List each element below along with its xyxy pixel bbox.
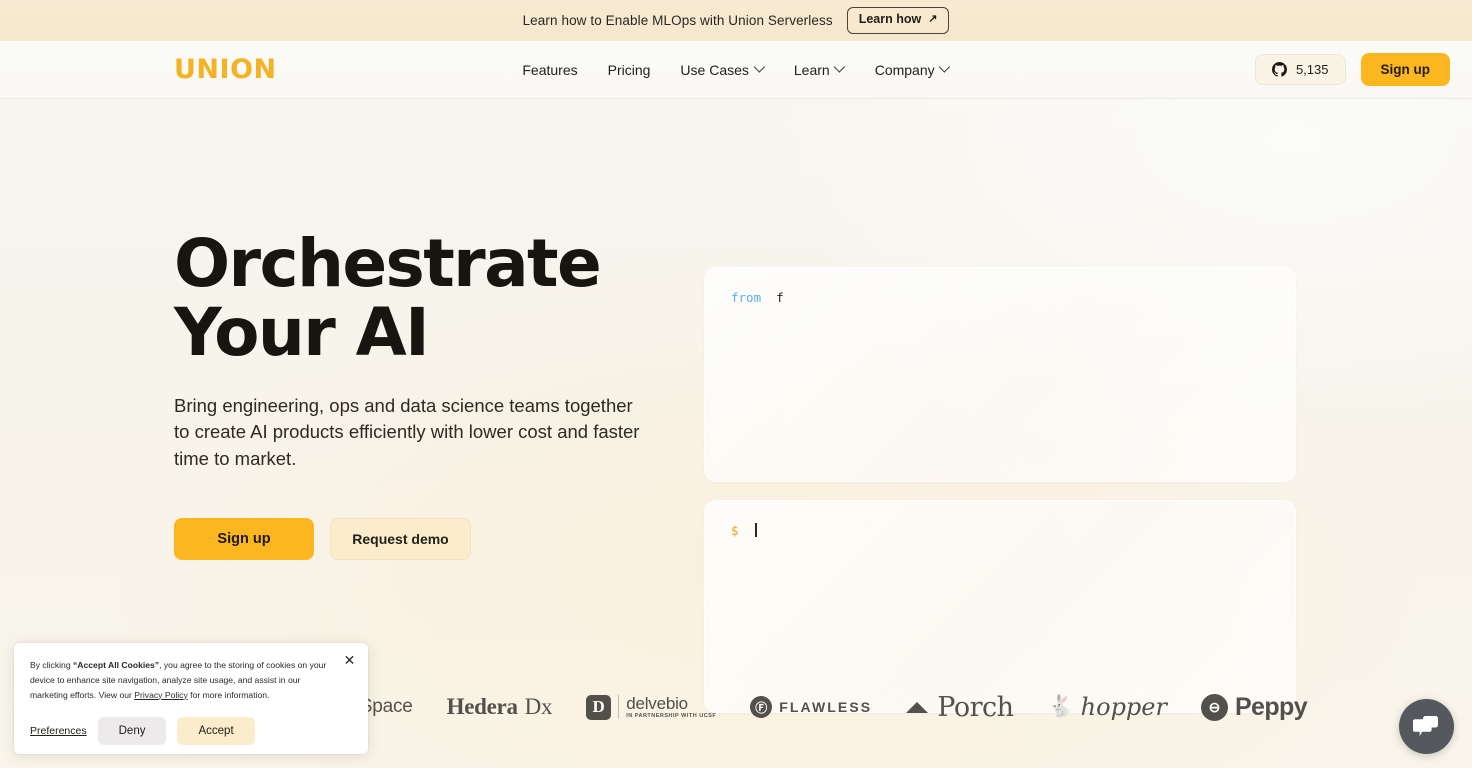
chevron-down-icon bbox=[941, 63, 950, 72]
cookie-consent-banner: ✕ By clicking “Accept All Cookies”, you … bbox=[14, 643, 368, 754]
main-navigation: Features Pricing Use Cases Learn Company bbox=[522, 62, 949, 78]
terminal-prompt: $ bbox=[731, 523, 739, 538]
client-logo-flawless: Ⓕ FLAWLESS bbox=[750, 696, 872, 718]
nav-item-learn[interactable]: Learn bbox=[794, 62, 845, 78]
cookie-accept-button[interactable]: Accept bbox=[177, 717, 254, 745]
hero-subhead: Bring engineering, ops and data science … bbox=[174, 393, 644, 473]
cookie-text-part3: for more information. bbox=[188, 690, 270, 700]
flawless-mark-icon: Ⓕ bbox=[750, 696, 772, 718]
union-logo[interactable]: UNION bbox=[174, 56, 277, 83]
arrow-up-right-icon: ↗ bbox=[928, 12, 937, 27]
delvebio-mark-icon: D bbox=[586, 695, 611, 720]
hero-request-demo-button[interactable]: Request demo bbox=[330, 518, 471, 560]
cookie-consent-text: By clicking “Accept All Cookies”, you ag… bbox=[30, 658, 352, 702]
site-header: UNION Features Pricing Use Cases Learn C… bbox=[0, 41, 1472, 99]
hero-demo-panels: from f $ bbox=[704, 267, 1296, 713]
code-identifier: f bbox=[776, 290, 784, 305]
header-signup-button[interactable]: Sign up bbox=[1361, 53, 1451, 86]
client-logo-label: FLAWLESS bbox=[779, 699, 872, 715]
hero-section: Orchestrate Your AI Bring engineering, o… bbox=[0, 99, 1472, 560]
cookie-actions: Preferences Deny Accept bbox=[30, 717, 352, 745]
porch-chevron-icon bbox=[906, 702, 928, 713]
chevron-down-icon bbox=[836, 63, 845, 72]
hero-cta-row: Sign up Request demo bbox=[174, 518, 694, 560]
nav-label: Pricing bbox=[608, 62, 651, 78]
nav-item-features[interactable]: Features bbox=[522, 62, 577, 78]
github-star-count: 5,135 bbox=[1296, 62, 1329, 77]
client-logo-label: Hedera bbox=[447, 694, 518, 720]
hopper-rabbit-icon: 🐇 bbox=[1048, 695, 1074, 719]
announcement-text: Learn how to Enable MLOps with Union Ser… bbox=[523, 13, 833, 28]
hero-signup-button[interactable]: Sign up bbox=[174, 518, 314, 560]
nav-item-pricing[interactable]: Pricing bbox=[608, 62, 651, 78]
client-logo-peppy: ⊖ Peppy bbox=[1201, 693, 1307, 722]
nav-item-company[interactable]: Company bbox=[875, 62, 950, 78]
terminal-cursor bbox=[755, 523, 757, 537]
client-logo-hederadx: Hedera Dx bbox=[447, 694, 553, 720]
peppy-mark-icon: ⊖ bbox=[1201, 694, 1228, 721]
cookie-preferences-link[interactable]: Preferences bbox=[30, 725, 87, 737]
page-title: Orchestrate Your AI bbox=[174, 229, 694, 368]
chat-bubbles-icon bbox=[1413, 714, 1440, 739]
chat-widget-button[interactable] bbox=[1399, 699, 1454, 754]
github-stars-button[interactable]: 5,135 bbox=[1255, 54, 1346, 85]
client-logo-hopper: 🐇 hopper bbox=[1048, 693, 1167, 721]
client-logo-delvebio: D delvebio IN PARTNERSHIP WITH UCSF bbox=[586, 695, 716, 720]
client-logo-label: Peppy bbox=[1235, 693, 1307, 722]
learn-how-label: Learn how bbox=[859, 11, 922, 29]
close-icon[interactable]: ✕ bbox=[342, 653, 357, 668]
privacy-policy-link[interactable]: Privacy Policy bbox=[134, 690, 187, 700]
client-logo-label: Porch bbox=[937, 692, 1013, 723]
client-logo-label2: Dx bbox=[525, 694, 553, 720]
github-icon bbox=[1272, 62, 1287, 77]
announcement-bar: Learn how to Enable MLOps with Union Ser… bbox=[0, 0, 1472, 41]
code-keyword: from bbox=[731, 290, 761, 305]
cookie-text-bold: “Accept All Cookies” bbox=[73, 660, 159, 670]
client-logo-sub: IN PARTNERSHIP WITH UCSF bbox=[626, 714, 716, 720]
client-logo-label: delvebio bbox=[626, 694, 688, 713]
nav-item-use-cases[interactable]: Use Cases bbox=[680, 62, 763, 78]
nav-label: Company bbox=[875, 62, 935, 78]
nav-label: Learn bbox=[794, 62, 830, 78]
cookie-text-part1: By clicking bbox=[30, 660, 73, 670]
code-editor-panel[interactable]: from f bbox=[704, 267, 1296, 482]
nav-label: Features bbox=[522, 62, 577, 78]
learn-how-button[interactable]: Learn how ↗ bbox=[847, 7, 950, 34]
hero-copy: Orchestrate Your AI Bring engineering, o… bbox=[174, 99, 694, 560]
nav-label: Use Cases bbox=[680, 62, 748, 78]
chevron-down-icon bbox=[755, 63, 764, 72]
cookie-deny-button[interactable]: Deny bbox=[98, 717, 167, 745]
client-logo-label: hopper bbox=[1081, 693, 1167, 721]
client-logo-porch: Porch bbox=[906, 692, 1013, 723]
header-actions: 5,135 Sign up bbox=[1255, 53, 1450, 86]
